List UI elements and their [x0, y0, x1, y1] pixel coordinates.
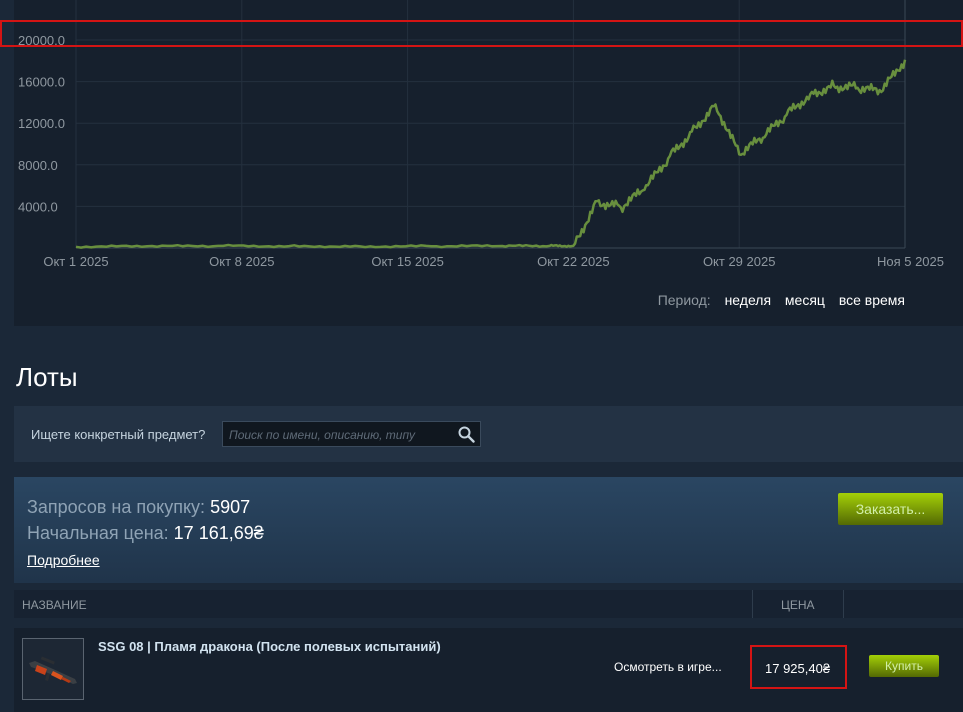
- search-input[interactable]: [227, 425, 456, 445]
- search-icon[interactable]: [458, 426, 475, 443]
- period-month[interactable]: месяц: [785, 292, 825, 308]
- listings-table-header: НАЗВАНИЕ ЦЕНА: [14, 590, 963, 618]
- column-divider: [843, 590, 844, 618]
- buy-button[interactable]: Купить: [869, 655, 939, 677]
- item-name[interactable]: SSG 08 | Пламя дракона (После полевых ис…: [98, 639, 441, 654]
- x-tick-label: Окт 15 2025: [371, 254, 444, 269]
- x-tick-label: Ноя 5 2025: [877, 254, 944, 269]
- y-tick-label: 16000.0: [18, 75, 65, 90]
- buy-orders-panel: Запросов на покупку: 5907 Начальная цена…: [14, 477, 963, 583]
- column-header-price: ЦЕНА: [781, 598, 815, 612]
- highlight-box-top: [0, 20, 963, 47]
- column-header-name: НАЗВАНИЕ: [22, 598, 87, 612]
- search-box: [222, 421, 481, 447]
- start-price-value: 17 161,69₴: [173, 523, 264, 543]
- start-price: Начальная цена: 17 161,69₴: [27, 523, 264, 544]
- highlight-box-price: [750, 645, 847, 689]
- lots-heading: Лоты: [16, 362, 78, 392]
- start-price-label: Начальная цена:: [27, 523, 169, 543]
- buy-requests: Запросов на покупку: 5907: [27, 497, 250, 518]
- x-tick-label: Окт 29 2025: [703, 254, 776, 269]
- search-bar: Ищете конкретный предмет?: [14, 406, 963, 462]
- x-tick-label: Окт 8 2025: [209, 254, 274, 269]
- y-tick-label: 8000.0: [18, 158, 58, 173]
- period-all-time[interactable]: все время: [839, 292, 905, 308]
- details-link[interactable]: Подробнее: [27, 552, 100, 568]
- buy-requests-value: 5907: [210, 497, 251, 517]
- inspect-in-game-link[interactable]: Осмотреть в игре...: [614, 660, 722, 674]
- x-tick-label: Окт 22 2025: [537, 254, 610, 269]
- period-week[interactable]: неделя: [725, 292, 771, 308]
- search-label: Ищете конкретный предмет?: [31, 427, 206, 442]
- y-tick-label: 12000.0: [18, 116, 65, 131]
- buy-requests-label: Запросов на покупку:: [27, 497, 206, 517]
- period-label: Период:: [657, 292, 711, 308]
- price-line: [75, 59, 907, 249]
- x-tick-label: Окт 1 2025: [43, 254, 108, 269]
- price-history-panel: 20000.0 16000.0 12000.0 8000.0 4000.0 Окт 1 2…: [14, 0, 963, 326]
- item-image[interactable]: [22, 638, 84, 700]
- sniper-rifle-icon: [29, 656, 77, 684]
- price-history-chart[interactable]: 20000.016000.012000.08000.04000.0Окт 1 2…: [14, 0, 963, 326]
- y-tick-label: 4000.0: [18, 199, 58, 214]
- column-divider: [752, 590, 753, 618]
- period-selector: Период: неделя месяц все время: [658, 292, 905, 308]
- place-order-button[interactable]: Заказать...: [838, 493, 943, 525]
